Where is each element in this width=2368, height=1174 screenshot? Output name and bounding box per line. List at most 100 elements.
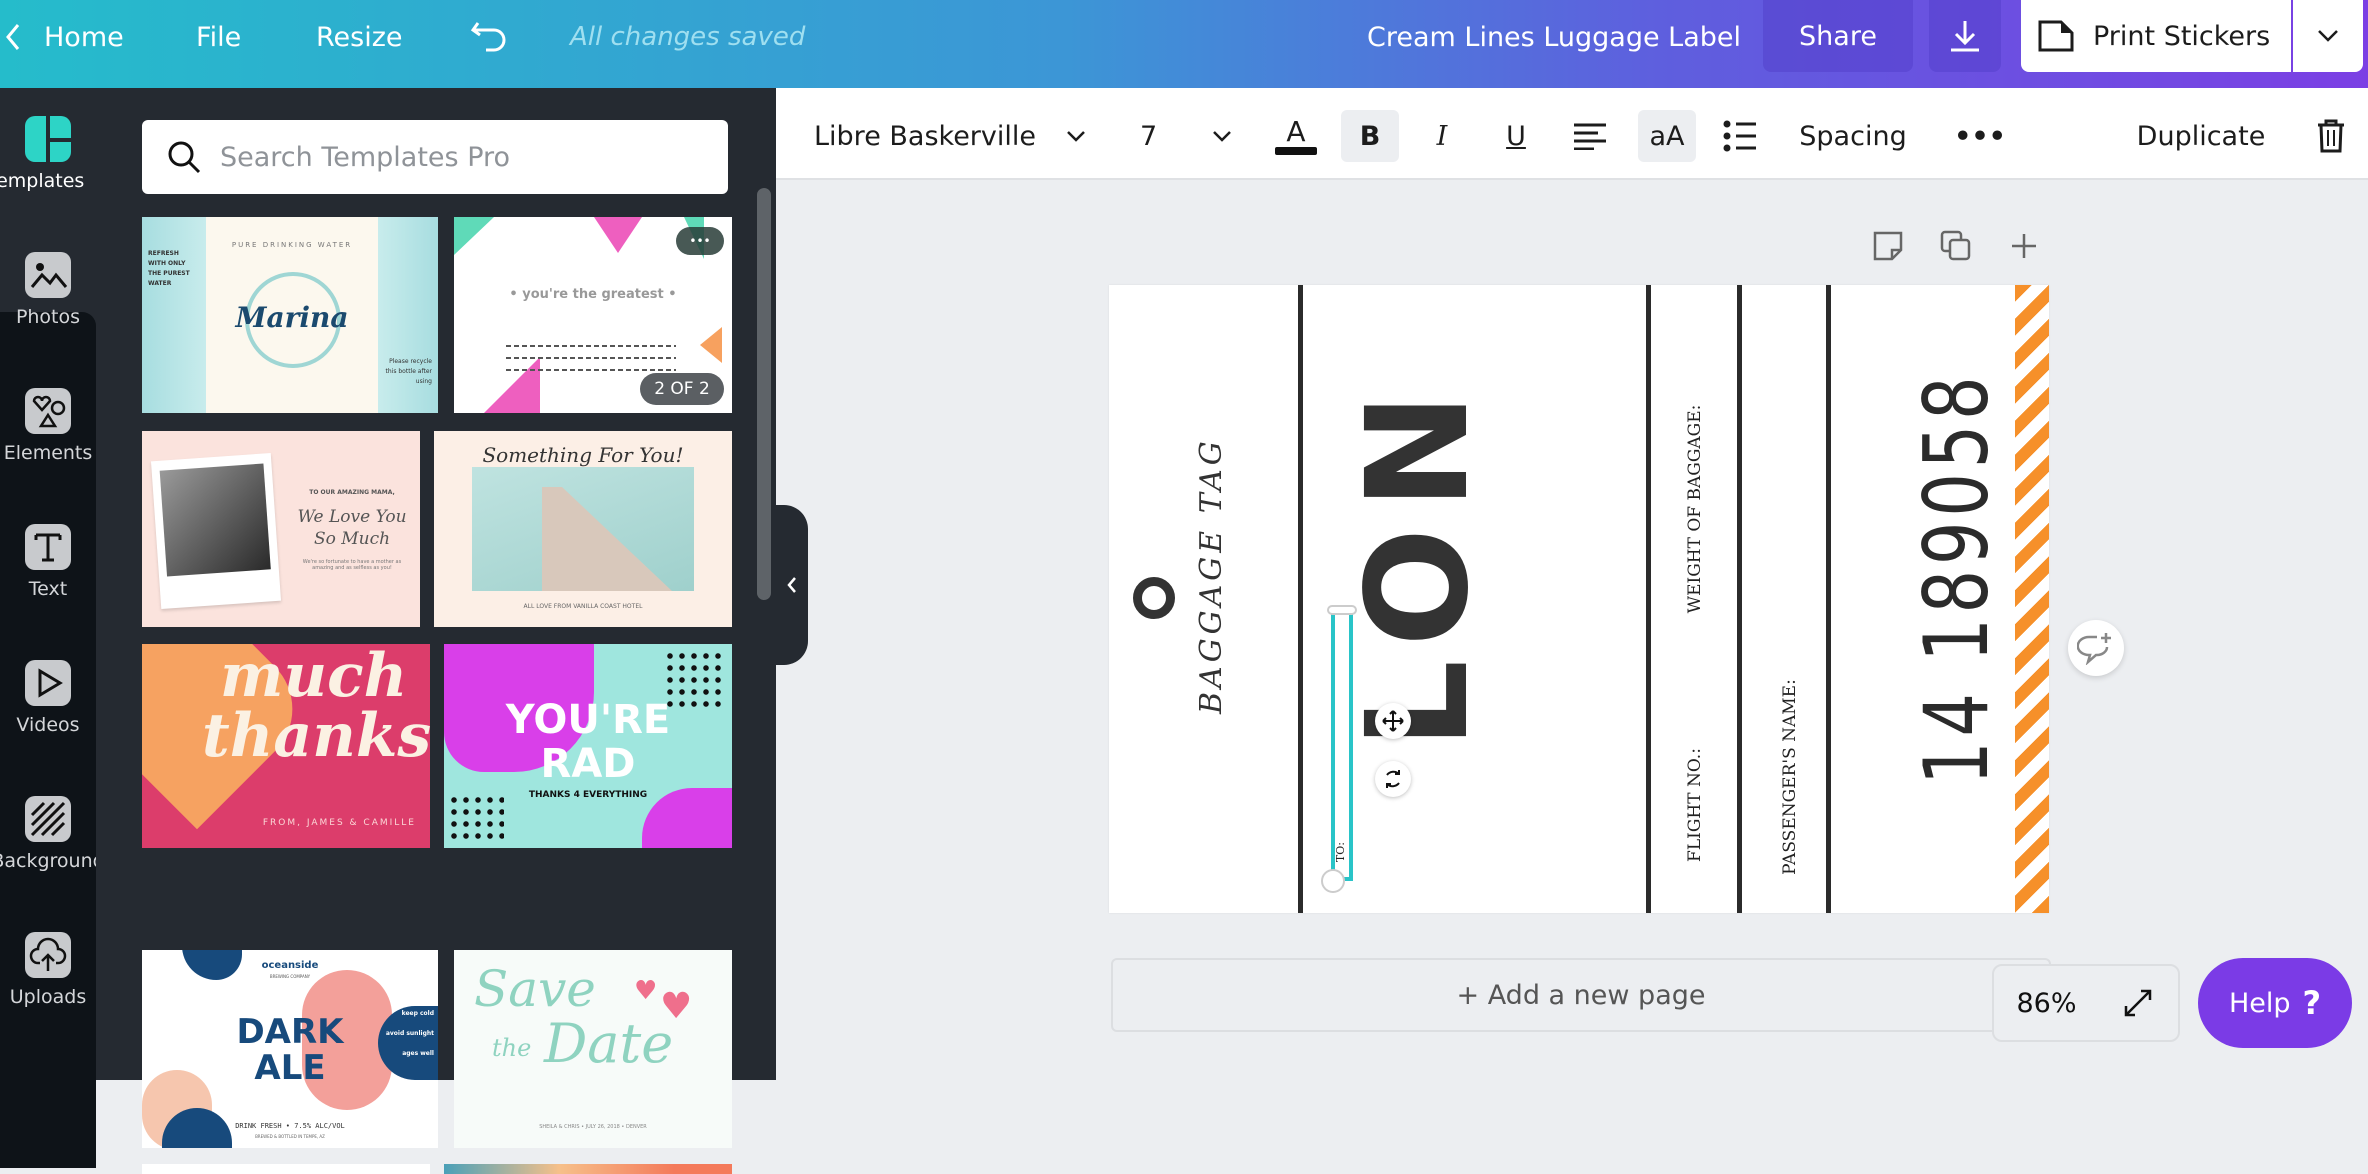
help-label: Help <box>2228 987 2291 1019</box>
print-options-dropdown[interactable] <box>2293 0 2363 72</box>
card-title: Something For You! <box>482 443 684 467</box>
font-size-select[interactable]: 7 <box>1136 110 1246 162</box>
destination-code[interactable]: LON <box>1337 375 1500 749</box>
add-page-button[interactable]: + Add a new page <box>1111 958 2051 1032</box>
chevron-down-icon <box>2318 30 2338 42</box>
move-handle[interactable] <box>1375 703 1411 739</box>
collapse-panel-button[interactable] <box>776 505 808 665</box>
template-card-dark-ale[interactable]: oceanside BREWING COMPANY DARK ALE DRINK… <box>142 950 438 1148</box>
note-icon <box>1873 231 1903 261</box>
rail-item-videos[interactable]: Videos <box>0 660 96 736</box>
rail-item-text[interactable]: Text <box>0 524 96 600</box>
template-card-rad[interactable]: YOU'RE RAD THANKS 4 EVERYTHING <box>444 644 732 848</box>
divider-line <box>1646 285 1651 913</box>
template-card-partial[interactable] <box>444 1164 732 1174</box>
document-title[interactable]: Cream Lines Luggage Label <box>1367 0 1741 74</box>
side-rail: Templates Photos Elements Text Videos Ba… <box>0 88 105 1168</box>
list-button[interactable] <box>1714 110 1766 162</box>
align-left-icon <box>1574 123 1606 150</box>
card-title: We Love You <box>297 507 407 527</box>
divider-line <box>1298 285 1303 913</box>
duplicate-button[interactable]: Duplicate <box>2136 110 2266 162</box>
heart-icon: ♥ <box>660 986 693 1027</box>
card-subtitle: BREWING COMPANY <box>269 974 311 979</box>
template-card-partial[interactable] <box>142 1164 430 1174</box>
move-icon <box>1382 710 1404 732</box>
download-button[interactable] <box>1929 0 2001 72</box>
home-label: Home <box>44 21 124 53</box>
template-card-greatest[interactable]: • you're the greatest • ••• 2 OF 2 <box>454 217 732 413</box>
card-title: Date <box>544 1012 674 1075</box>
design-page[interactable]: BAGGAGE TAG LON TO: WEIGHT OF BAGGAGE: F… <box>1109 285 2049 913</box>
rail-item-photos[interactable]: Photos <box>0 252 96 328</box>
print-stickers-button[interactable]: Print Stickers <box>2021 0 2291 72</box>
undo-button[interactable] <box>470 0 510 74</box>
template-card-gift[interactable]: Something For You! ALL LOVE FROM VANILLA… <box>434 431 732 627</box>
add-comment-button[interactable] <box>2068 620 2124 676</box>
baggage-tag-title[interactable]: BAGGAGE TAG <box>1194 437 1229 714</box>
confetti-shape <box>700 327 722 363</box>
flight-label[interactable]: FLIGHT NO.: <box>1685 745 1705 865</box>
add-page-icon-button[interactable] <box>2008 230 2040 266</box>
rail-item-templates[interactable]: Templates <box>0 116 96 192</box>
font-family-select[interactable]: Libre Baskerville <box>814 110 1085 162</box>
print-stickers-label: Print Stickers <box>2093 20 2271 52</box>
share-button[interactable]: Share <box>1763 0 1913 72</box>
resize-handle[interactable] <box>1321 869 1345 893</box>
elements-icon <box>25 388 71 434</box>
home-button[interactable]: Home <box>4 0 124 74</box>
fullscreen-icon[interactable] <box>2121 986 2155 1020</box>
delete-button[interactable] <box>2306 110 2356 162</box>
rail-item-uploads[interactable]: Uploads <box>0 932 96 1008</box>
add-note-button[interactable] <box>1872 230 1904 266</box>
tag-number[interactable]: 14 189058 <box>1905 372 2008 785</box>
resize-button[interactable]: Resize <box>316 0 403 74</box>
resize-handle[interactable] <box>1327 605 1357 615</box>
text-color-icon: A <box>1286 115 1306 148</box>
template-card-marina[interactable]: PURE DRINKING WATER Marina REFRESH WITH … <box>142 217 438 413</box>
font-size-value: 7 <box>1140 120 1158 152</box>
template-card-save-date[interactable]: Save the Date ♥ ♥ SHEILA & CHRIS • JULY … <box>454 950 732 1148</box>
card-title: • you're the greatest • <box>509 287 677 302</box>
photo <box>472 467 694 591</box>
heart-icon: ♥ <box>634 976 658 1006</box>
selected-text-box[interactable]: TO: <box>1331 611 1353 881</box>
help-button[interactable]: Help ? <box>2198 958 2352 1048</box>
zoom-level[interactable]: 86% <box>2016 988 2076 1019</box>
duplicate-page-button[interactable] <box>1940 230 1972 266</box>
rail-item-background[interactable]: Background <box>0 796 105 872</box>
sticker-icon <box>2038 20 2074 52</box>
card-note: ages well <box>402 1050 434 1057</box>
card-subtitle: DRINK FRESH • 7.5% ALC/VOL <box>235 1122 345 1130</box>
polaroid-frame <box>150 452 282 610</box>
underline-button[interactable]: U <box>1490 110 1542 162</box>
weight-label[interactable]: WEIGHT OF BAGGAGE: <box>1685 389 1705 629</box>
font-family-value: Libre Baskerville <box>814 120 1036 152</box>
trash-icon <box>2318 119 2344 153</box>
rotate-handle[interactable] <box>1375 761 1411 797</box>
more-options-button[interactable]: ••• <box>1954 110 2006 162</box>
rail-item-elements[interactable]: Elements <box>0 388 96 464</box>
zoom-control[interactable]: 86% <box>1992 964 2180 1042</box>
bold-button[interactable]: B <box>1341 110 1399 162</box>
template-card-mama[interactable]: TO OUR AMAZING MAMA, We Love You So Much… <box>142 431 420 627</box>
align-button[interactable] <box>1564 110 1616 162</box>
letter-case-button[interactable]: aA <box>1638 110 1696 162</box>
card-note: avoid sunlight <box>385 1030 434 1037</box>
template-card-thanks[interactable]: much thanks FROM, JAMES & CAMILLE <box>142 644 430 848</box>
more-options-button[interactable]: ••• <box>676 227 724 255</box>
dot-pattern <box>448 794 504 844</box>
search-input[interactable] <box>220 141 700 173</box>
spacing-button[interactable]: Spacing <box>1796 110 1910 162</box>
rail-label-background: Background <box>0 850 105 872</box>
download-icon <box>1951 21 1979 52</box>
italic-button[interactable]: I <box>1416 110 1468 162</box>
panel-scrollbar[interactable] <box>757 188 771 600</box>
tag-hole <box>1133 577 1175 619</box>
card-title: Marina <box>235 301 349 334</box>
text-icon <box>25 524 71 570</box>
passenger-label[interactable]: PASSENGER'S NAME: <box>1780 672 1800 882</box>
search-box[interactable] <box>142 120 728 194</box>
file-menu[interactable]: File <box>196 0 241 74</box>
text-color-button[interactable]: A <box>1270 110 1322 162</box>
